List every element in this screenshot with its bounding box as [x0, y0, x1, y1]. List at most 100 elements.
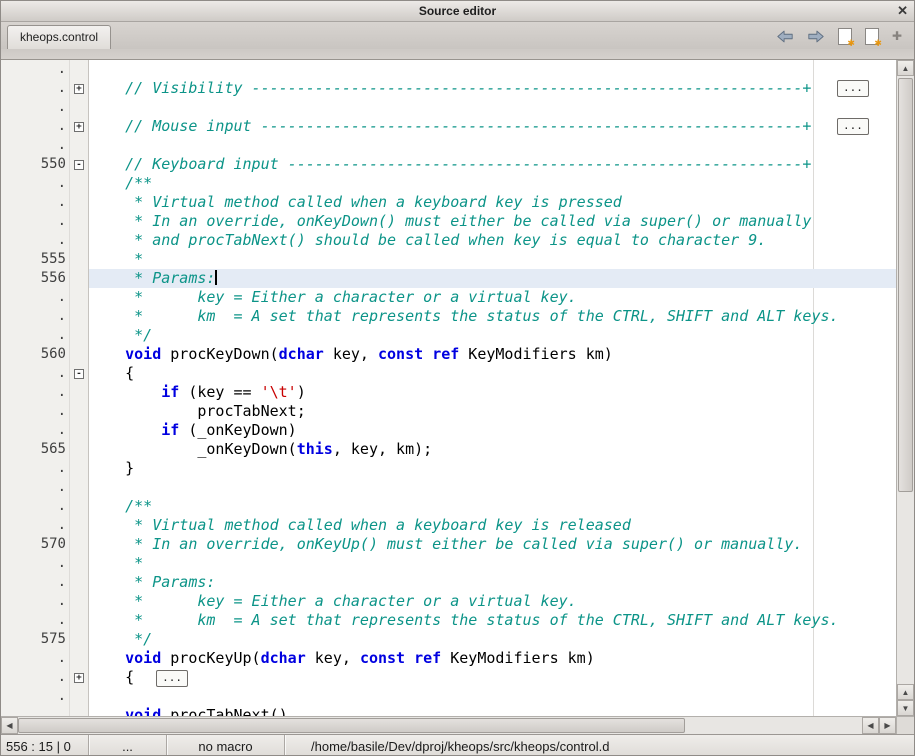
editor-line[interactable]: .: [1, 478, 896, 497]
horizontal-scroll-thumb[interactable]: [18, 718, 685, 733]
editor-line[interactable]: . if (key == '\t'): [1, 383, 896, 402]
document-icon: ✱: [838, 28, 852, 45]
tab-kheops-control[interactable]: kheops.control: [7, 25, 111, 49]
code-line-text: *: [89, 554, 896, 573]
horizontal-scrollbar[interactable]: ◀ ◀ ▶: [1, 716, 896, 734]
save-document-as-button[interactable]: ✱: [865, 28, 879, 45]
fold-expand-icon[interactable]: +: [74, 122, 84, 132]
fold-expand-icon[interactable]: +: [74, 84, 84, 94]
editor-line[interactable]: . * km = A set that represents the statu…: [1, 611, 896, 630]
scroll-down-button[interactable]: ▼: [897, 700, 914, 716]
scroll-left-button[interactable]: ◀: [1, 717, 18, 734]
line-number: 565: [1, 440, 69, 459]
editor-line[interactable]: .- {: [1, 364, 896, 383]
line-number: .: [1, 592, 69, 611]
fold-gutter: [69, 174, 89, 193]
code-line-text: {: [89, 364, 896, 383]
code-line-text: }: [89, 459, 896, 478]
fold-expand-icon[interactable]: +: [74, 673, 84, 683]
fold-gutter: [69, 687, 89, 706]
editor-line[interactable]: . if (_onKeyDown): [1, 421, 896, 440]
editor-line[interactable]: 550- // Keyboard input -----------------…: [1, 155, 896, 174]
editor-line[interactable]: .: [1, 687, 896, 706]
fold-collapse-icon[interactable]: -: [74, 369, 84, 379]
scroll-up-button[interactable]: ▲: [897, 60, 914, 76]
scroll-right-button[interactable]: ▶: [879, 717, 896, 734]
window-title: Source editor: [419, 4, 496, 18]
editor-line[interactable]: 555 *: [1, 250, 896, 269]
editor-line[interactable]: . }: [1, 459, 896, 478]
editor-line[interactable]: .: [1, 60, 896, 79]
source-editor-window: Source editor ✕ kheops.control ✱: [0, 0, 915, 756]
editor-line[interactable]: . * In an override, onKeyDown() must eit…: [1, 212, 896, 231]
code-line-text: *: [89, 250, 896, 269]
code-line-text: */: [89, 630, 896, 649]
editor-line[interactable]: 556 * Params:: [1, 269, 896, 288]
fold-gutter: [69, 611, 89, 630]
editor-line[interactable]: . procTabNext;: [1, 402, 896, 421]
code-line-text: [89, 687, 896, 706]
folded-region-ellipsis[interactable]: ...: [837, 80, 869, 97]
editor-line[interactable]: . /**: [1, 497, 896, 516]
go-forward-button[interactable]: [807, 29, 825, 44]
title-bar[interactable]: Source editor ✕: [1, 1, 914, 22]
fold-gutter: [69, 60, 89, 79]
line-number: .: [1, 231, 69, 250]
line-number: .: [1, 383, 69, 402]
close-icon[interactable]: ✕: [897, 1, 908, 21]
editor-line[interactable]: . */: [1, 326, 896, 345]
editor-line[interactable]: 575 */: [1, 630, 896, 649]
code-line-text: _onKeyDown(this, key, km);: [89, 440, 896, 459]
editor-line[interactable]: .+ {...: [1, 668, 896, 687]
editor-line[interactable]: .+ // Mouse input ----------------------…: [1, 117, 896, 136]
editor-line[interactable]: . void procTabNext(): [1, 706, 896, 716]
code-line-text: {...: [89, 668, 896, 687]
code-area[interactable]: ..+ // Visibility ----------------------…: [1, 60, 896, 716]
go-back-button[interactable]: [776, 29, 794, 44]
plus-icon: ✚: [892, 30, 902, 42]
code-line-text: * Params:: [89, 269, 896, 288]
editor-line[interactable]: .: [1, 136, 896, 155]
line-number: .: [1, 212, 69, 231]
folded-region-ellipsis[interactable]: ...: [837, 118, 869, 135]
vertical-scroll-track[interactable]: [897, 76, 914, 684]
editor-line[interactable]: . * key = Either a character or a virtua…: [1, 288, 896, 307]
fold-gutter: [69, 630, 89, 649]
editor-line[interactable]: . /**: [1, 174, 896, 193]
fold-gutter: [69, 307, 89, 326]
editor-line[interactable]: . * km = A set that represents the statu…: [1, 307, 896, 326]
editor-line[interactable]: .+ // Visibility -----------------------…: [1, 79, 896, 98]
modified-mark-icon: ✱: [847, 39, 855, 48]
editor-line[interactable]: . * and procTabNext() should be called w…: [1, 231, 896, 250]
scroll-up-button-bottom[interactable]: ▲: [897, 684, 914, 700]
fold-gutter: [69, 535, 89, 554]
save-document-button[interactable]: ✱: [838, 28, 852, 45]
tab-bar: kheops.control ✱ ✱: [1, 22, 914, 49]
code-line-text: void procTabNext(): [89, 706, 896, 716]
line-number: .: [1, 364, 69, 383]
code-line-text: */: [89, 326, 896, 345]
fold-collapse-icon[interactable]: -: [74, 160, 84, 170]
code-line-text: [89, 60, 896, 79]
detach-editor-button[interactable]: ✚: [892, 30, 902, 42]
caret-position: 556 : 15 | 0: [1, 735, 89, 756]
editor-line[interactable]: . * Virtual method called when a keyboar…: [1, 193, 896, 212]
editor-line[interactable]: . *: [1, 554, 896, 573]
editor-line[interactable]: 565 _onKeyDown(this, key, km);: [1, 440, 896, 459]
folded-code-ellipsis[interactable]: ...: [156, 670, 188, 687]
code-line-text: * In an override, onKeyUp() must either …: [89, 535, 896, 554]
editor-line[interactable]: .: [1, 98, 896, 117]
line-number: .: [1, 117, 69, 136]
editor-line[interactable]: 570 * In an override, onKeyUp() must eit…: [1, 535, 896, 554]
vertical-scroll-thumb[interactable]: [898, 78, 913, 492]
line-number: 570: [1, 535, 69, 554]
editor-line[interactable]: 560 void procKeyDown(dchar key, const re…: [1, 345, 896, 364]
scroll-left-button-right[interactable]: ◀: [862, 717, 879, 734]
code-line-text: [89, 136, 896, 155]
editor-line[interactable]: . * key = Either a character or a virtua…: [1, 592, 896, 611]
editor-line[interactable]: . * Params:: [1, 573, 896, 592]
vertical-scrollbar[interactable]: ▲ ▲ ▼: [896, 60, 914, 716]
editor-line[interactable]: . void procKeyUp(dchar key, const ref Ke…: [1, 649, 896, 668]
horizontal-scroll-track[interactable]: [18, 717, 862, 734]
editor-line[interactable]: . * Virtual method called when a keyboar…: [1, 516, 896, 535]
